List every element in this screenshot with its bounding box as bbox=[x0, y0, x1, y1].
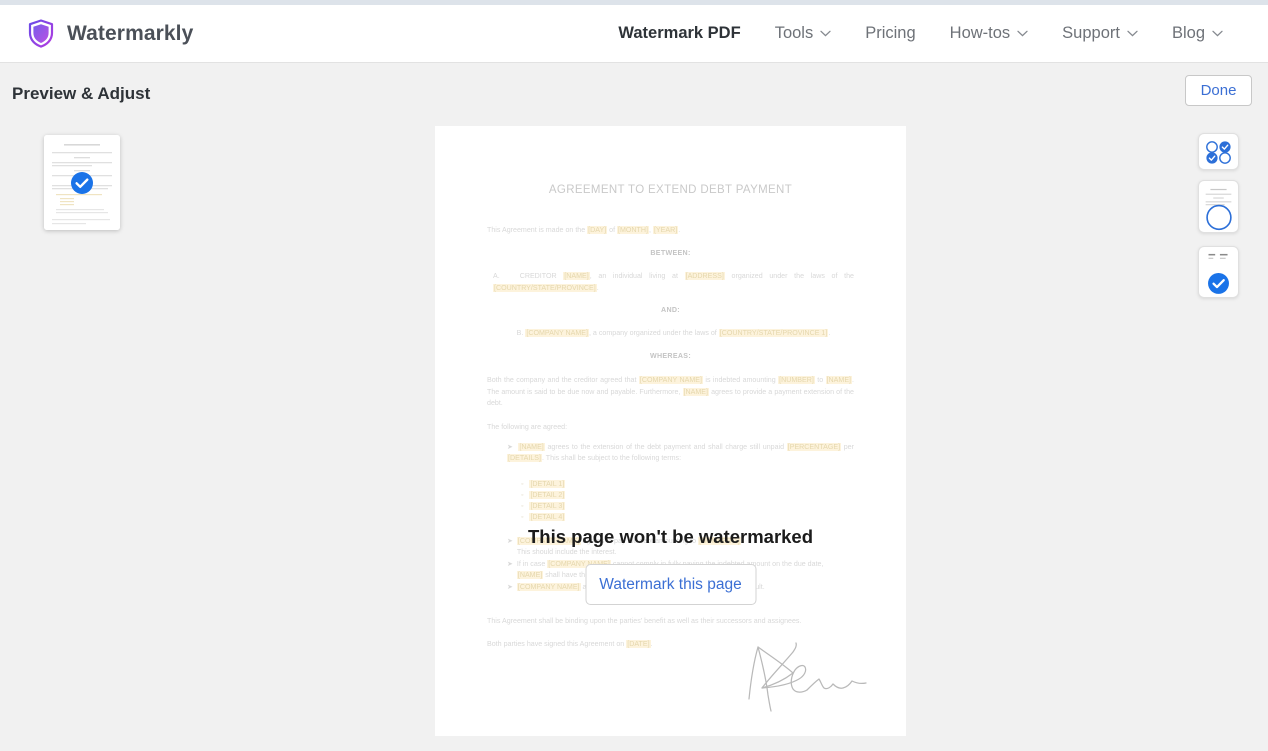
page-thumbnail-1[interactable] bbox=[44, 135, 120, 230]
sub-item-2: ◦ [DETAIL 2] bbox=[521, 491, 566, 499]
select-pages-button[interactable] bbox=[1198, 133, 1239, 170]
nav-item-pricing[interactable]: Pricing bbox=[848, 24, 932, 43]
page-check-badge-icon bbox=[1205, 250, 1232, 294]
main-navigation: Watermark PDF Tools Pricing How-tos Supp… bbox=[601, 24, 1240, 43]
document-title: AGREEMENT TO EXTEND DEBT PAYMENT bbox=[548, 184, 793, 196]
sub-item-1: ◦ [DETAIL 1] bbox=[521, 480, 566, 488]
nav-label: Tools bbox=[774, 24, 814, 42]
editor-toolbar: Preview & Adjust Done bbox=[0, 64, 1268, 127]
nav-label: Blog bbox=[1171, 24, 1205, 42]
heading-between: BETWEEN: bbox=[650, 249, 691, 257]
nav-item-watermark-pdf[interactable]: Watermark PDF bbox=[601, 24, 757, 43]
site-header: Watermarkly Watermark PDF Tools Pricing … bbox=[0, 5, 1268, 63]
clause-1: ➤ [NAME] agrees to the extension of the … bbox=[507, 443, 854, 463]
zoom-preview-button[interactable] bbox=[1198, 180, 1239, 233]
nav-label: Pricing bbox=[865, 24, 916, 42]
app-root: Watermarkly Watermark PDF Tools Pricing … bbox=[0, 0, 1268, 751]
chevron-down-icon bbox=[1127, 30, 1138, 37]
document-intro: This Agreement is made on the [DAY] of [… bbox=[487, 226, 681, 234]
check-circle-icon bbox=[71, 171, 93, 194]
chevron-down-icon bbox=[1017, 30, 1028, 37]
shield-icon bbox=[28, 19, 54, 48]
sub-item-4: ◦ [DETAIL 4] bbox=[521, 513, 566, 521]
page-title: Preview & Adjust bbox=[12, 84, 151, 103]
page-magnifier-icon bbox=[1202, 185, 1235, 231]
nav-label: Watermark PDF bbox=[618, 24, 741, 42]
mark-page-button[interactable] bbox=[1198, 246, 1239, 298]
brand-name: Watermarkly bbox=[67, 21, 194, 45]
document-recital: Both the company and the creditor agreed… bbox=[487, 376, 855, 408]
nav-label: How-tos bbox=[949, 24, 1011, 42]
heading-whereas: WHEREAS: bbox=[649, 352, 692, 360]
nav-item-blog[interactable]: Blog bbox=[1155, 24, 1240, 43]
four-circles-select-icon bbox=[1206, 140, 1231, 164]
sub-item-3: ◦ [DETAIL 3] bbox=[521, 502, 566, 510]
heading-and: AND: bbox=[661, 306, 680, 314]
watermark-this-page-button[interactable]: Watermark this page bbox=[585, 564, 756, 605]
chevron-down-icon bbox=[1212, 30, 1223, 37]
party-a-clause: A. CREDITOR [NAME], an individual living… bbox=[493, 272, 854, 292]
done-button[interactable]: Done bbox=[1185, 75, 1252, 106]
party-b-clause: B. [COMPANY NAME], a company organized u… bbox=[516, 329, 831, 337]
handwritten-signature-icon bbox=[748, 642, 867, 712]
document-content: AGREEMENT TO EXTEND DEBT PAYMENT This Ag… bbox=[435, 126, 906, 736]
brand-logo[interactable]: Watermarkly bbox=[28, 19, 193, 48]
binding-clause: This Agreement shall be binding upon the… bbox=[487, 617, 802, 625]
nav-item-tools[interactable]: Tools bbox=[758, 24, 849, 43]
page-thumbnail-rail bbox=[0, 127, 180, 751]
agreed-lead: The following are agreed: bbox=[487, 423, 568, 431]
nav-label: Support bbox=[1062, 24, 1120, 42]
chevron-down-icon bbox=[820, 30, 831, 37]
watermark-status-message: This page won't be watermarked bbox=[527, 526, 814, 547]
nav-item-how-tos[interactable]: How-tos bbox=[933, 24, 1046, 43]
document-page-preview[interactable]: AGREEMENT TO EXTEND DEBT PAYMENT This Ag… bbox=[435, 126, 906, 736]
right-tool-rail bbox=[1180, 127, 1268, 751]
nav-item-support[interactable]: Support bbox=[1045, 24, 1155, 43]
